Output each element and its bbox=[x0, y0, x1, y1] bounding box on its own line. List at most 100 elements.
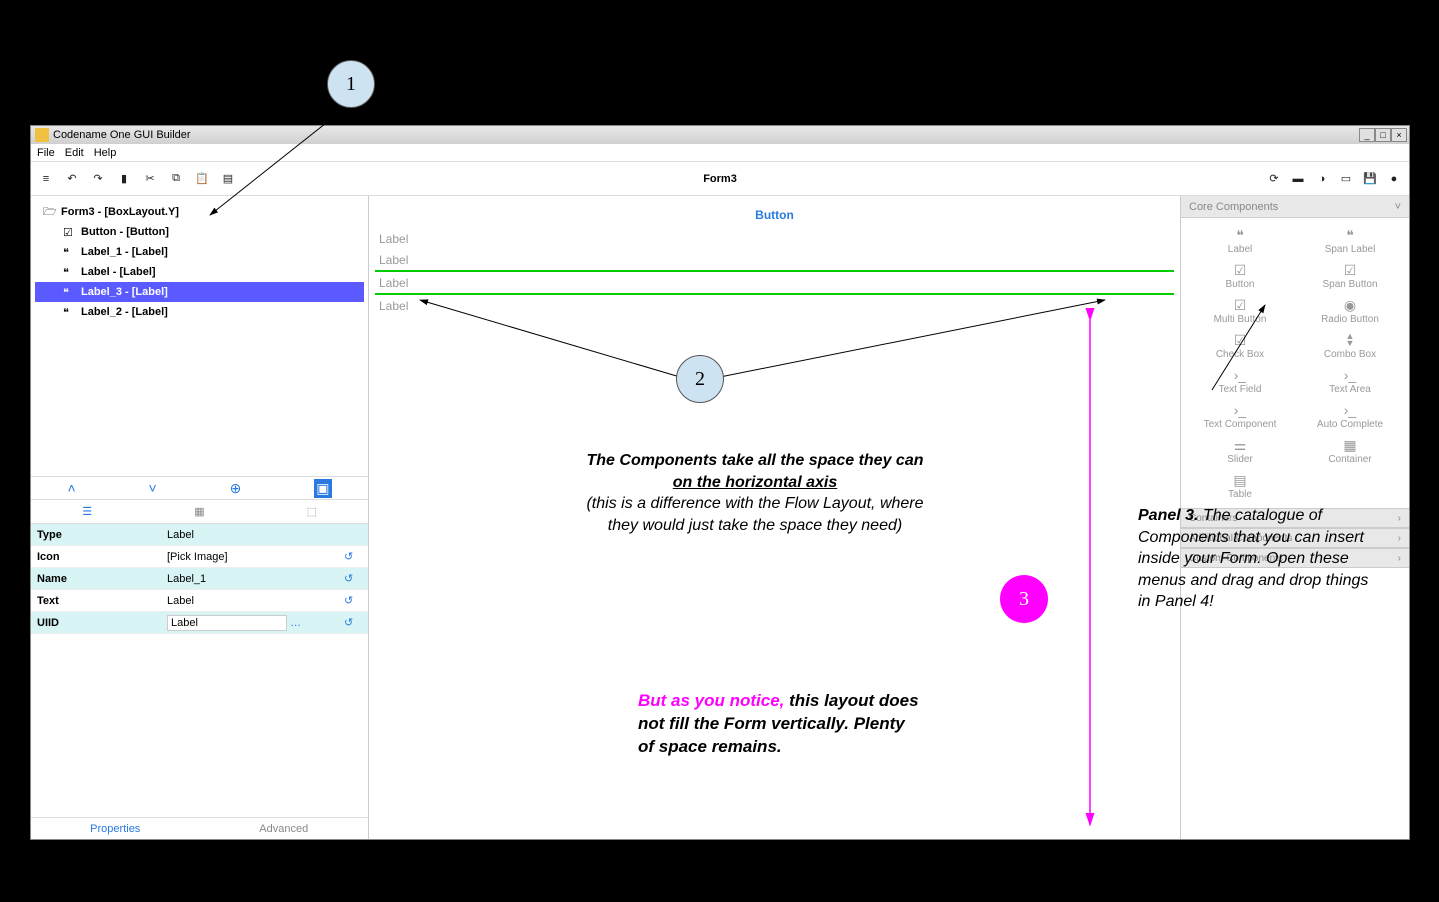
prop-row-icon[interactable]: Icon [Pick Image] ↺ bbox=[31, 546, 368, 568]
textfield-icon: ›_ bbox=[1230, 366, 1250, 384]
window-controls: _ □ × bbox=[1359, 128, 1407, 142]
canvas-label-4[interactable]: Label bbox=[375, 295, 1174, 316]
prop-value[interactable]: Label bbox=[167, 595, 344, 607]
copy-icon[interactable]: ⧉ bbox=[169, 172, 183, 186]
annotation-text-horizontal: The Components take all the space they c… bbox=[500, 450, 1010, 536]
prop-key: Type bbox=[37, 529, 167, 541]
tree-item-label1[interactable]: ❝ Label_1 - [Label] bbox=[35, 242, 364, 262]
collapse-up-icon[interactable]: ˄ bbox=[67, 480, 75, 496]
menu-file[interactable]: File bbox=[37, 147, 55, 159]
palette-label[interactable]: ❝Label bbox=[1185, 224, 1295, 257]
prop-view-grid-icon[interactable]: ▦ bbox=[143, 500, 255, 523]
palette-textarea[interactable]: ›_Text Area bbox=[1295, 364, 1405, 397]
palette-radio[interactable]: ◉Radio Button bbox=[1295, 294, 1405, 327]
palette-section-core[interactable]: Core Components ˅ bbox=[1181, 196, 1409, 218]
prop-key: Icon bbox=[37, 551, 167, 563]
palette-item-label: Button bbox=[1226, 279, 1255, 290]
reset-icon[interactable]: ↺ bbox=[344, 550, 362, 563]
palette-autocomplete[interactable]: ›_Auto Complete bbox=[1295, 399, 1405, 432]
tree-root[interactable]: 🗁 Form3 - [BoxLayout.Y] bbox=[35, 202, 364, 222]
maximize-button[interactable]: □ bbox=[1375, 128, 1391, 142]
canvas-label-2[interactable]: Label bbox=[375, 249, 1174, 270]
device-icon[interactable]: ▬ bbox=[1291, 172, 1305, 186]
close-button[interactable]: × bbox=[1391, 128, 1407, 142]
palette-empty bbox=[1295, 469, 1405, 502]
palette-textfield[interactable]: ›_Text Field bbox=[1185, 364, 1295, 397]
reset-icon[interactable]: ↺ bbox=[344, 616, 362, 629]
tab-advanced[interactable]: Advanced bbox=[200, 818, 369, 839]
component-tree: 🗁 Form3 - [BoxLayout.Y] ☑ Button - [Butt… bbox=[31, 196, 368, 476]
add-node-icon[interactable]: ⊕ bbox=[230, 480, 242, 497]
spanbutton-icon: ☑ bbox=[1340, 261, 1360, 279]
list-icon[interactable]: ▤ bbox=[221, 172, 235, 186]
prop-value[interactable]: [Pick Image] bbox=[167, 551, 344, 563]
prop-value[interactable]: Label_1 bbox=[167, 573, 344, 585]
palette-spanlabel[interactable]: ❝Span Label bbox=[1295, 224, 1405, 257]
tree-item-label2[interactable]: ❝ Label_2 - [Label] bbox=[35, 302, 364, 322]
prop-view-list-icon[interactable]: ☰ bbox=[31, 500, 143, 523]
palette-item-label: Combo Box bbox=[1324, 349, 1376, 360]
uiid-input[interactable] bbox=[167, 615, 287, 631]
annotation-text-panel3: Panel 3. The catalogue of Components tha… bbox=[1138, 505, 1378, 613]
record-icon[interactable]: ◑ bbox=[1315, 172, 1329, 186]
palette-item-label: Slider bbox=[1227, 454, 1253, 465]
image-icon[interactable]: ▭ bbox=[1339, 172, 1353, 186]
multibutton-icon: ☑ bbox=[1230, 296, 1250, 314]
prop-key: Name bbox=[37, 573, 167, 585]
canvas-label-1[interactable]: Label bbox=[375, 228, 1174, 249]
anno-line: of space remains. bbox=[638, 737, 782, 756]
expand-down-icon[interactable]: ˅ bbox=[149, 480, 157, 496]
palette-spanbutton[interactable]: ☑Span Button bbox=[1295, 259, 1405, 292]
tree-item-button[interactable]: ☑ Button - [Button] bbox=[35, 222, 364, 242]
tab-properties[interactable]: Properties bbox=[31, 818, 200, 839]
hamburger-icon[interactable]: ≡ bbox=[39, 172, 53, 186]
palette-multibutton[interactable]: ☑Multi Button bbox=[1185, 294, 1295, 327]
redo-icon[interactable]: ↷ bbox=[91, 172, 105, 186]
reset-icon[interactable]: ↺ bbox=[344, 594, 362, 607]
titlebar: Codename One GUI Builder _ □ × bbox=[31, 126, 1409, 144]
chevron-right-icon: › bbox=[1398, 553, 1401, 564]
play-icon[interactable]: ● bbox=[1387, 172, 1401, 186]
folder-icon: 🗁 bbox=[43, 203, 57, 222]
tree-nav-buttons: ˄ ˅ ⊕ ▣ bbox=[31, 476, 368, 500]
delete-icon[interactable]: ▮ bbox=[117, 172, 131, 186]
paste-icon[interactable]: 📋 bbox=[195, 172, 209, 186]
anno-line: not fill the Form vertically. Plenty bbox=[638, 714, 905, 733]
canvas-label-3[interactable]: Label bbox=[375, 272, 1174, 293]
menu-edit[interactable]: Edit bbox=[65, 147, 84, 159]
combobox-icon: ▲▼ bbox=[1340, 331, 1360, 349]
palette-combobox[interactable]: ▲▼Combo Box bbox=[1295, 329, 1405, 362]
reset-icon[interactable]: ↺ bbox=[344, 572, 362, 585]
tree-item-label[interactable]: ❝ Label - [Label] bbox=[35, 262, 364, 282]
prop-row-uiid[interactable]: UIID … ↺ bbox=[31, 612, 368, 634]
palette-header-label: Core Components bbox=[1189, 201, 1278, 213]
undo-icon[interactable]: ↶ bbox=[65, 172, 79, 186]
palette-button[interactable]: ☑Button bbox=[1185, 259, 1295, 292]
tree-root-label: Form3 - [BoxLayout.Y] bbox=[61, 206, 179, 218]
palette-slider[interactable]: ⚌Slider bbox=[1185, 434, 1295, 467]
save-icon[interactable]: 💾 bbox=[1363, 172, 1377, 186]
more-icon[interactable]: … bbox=[290, 617, 301, 629]
window-title: Codename One GUI Builder bbox=[53, 129, 191, 141]
palette-textcomponent[interactable]: ›_Text Component bbox=[1185, 399, 1295, 432]
prop-view-style-icon[interactable]: ⬚ bbox=[256, 500, 368, 523]
palette-item-label: Radio Button bbox=[1321, 314, 1379, 325]
menu-help[interactable]: Help bbox=[94, 147, 117, 159]
slider-icon: ⚌ bbox=[1230, 436, 1250, 454]
anno-line: (this is a difference with the Flow Layo… bbox=[586, 495, 923, 512]
prop-row-name[interactable]: Name Label_1 ↺ bbox=[31, 568, 368, 590]
callout-number: 3 bbox=[1019, 588, 1029, 611]
label-icon: ❝ bbox=[1230, 226, 1250, 244]
palette-container[interactable]: ▦Container bbox=[1295, 434, 1405, 467]
palette-item-label: Text Field bbox=[1219, 384, 1262, 395]
palette-table[interactable]: ▤Table bbox=[1185, 469, 1295, 502]
prop-row-text[interactable]: Text Label ↺ bbox=[31, 590, 368, 612]
canvas-button[interactable]: Button bbox=[375, 202, 1174, 228]
palette-checkbox[interactable]: ☑Check Box bbox=[1185, 329, 1295, 362]
cut-icon[interactable]: ✂ bbox=[143, 172, 157, 186]
refresh-icon[interactable]: ⟳ bbox=[1267, 172, 1281, 186]
minimize-button[interactable]: _ bbox=[1359, 128, 1375, 142]
anno-line: this layout does bbox=[784, 691, 918, 710]
focus-node-icon[interactable]: ▣ bbox=[314, 479, 331, 498]
tree-item-label3[interactable]: ❝ Label_3 - [Label] bbox=[35, 282, 364, 302]
